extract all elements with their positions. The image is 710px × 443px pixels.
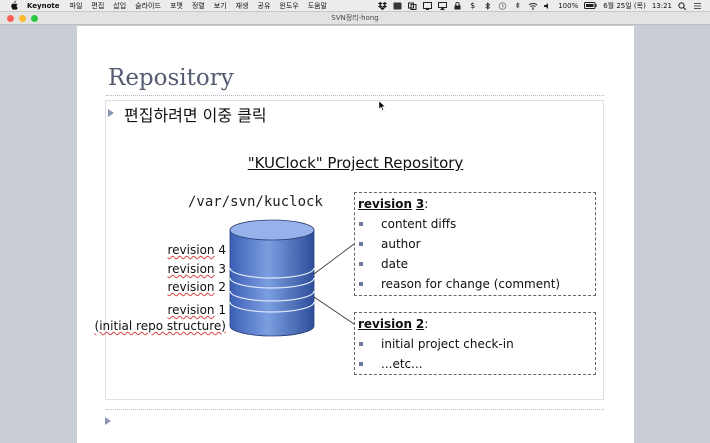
footer-bullet-triangle-icon <box>105 417 111 425</box>
battery-percent: 100% <box>558 2 579 10</box>
revision-2-header: revision 2: <box>358 317 429 331</box>
menu-view[interactable]: 보기 <box>214 1 227 11</box>
menu-file[interactable]: 파일 <box>70 1 83 11</box>
mouse-pointer-icon <box>378 96 386 115</box>
list-item: content diffs <box>357 217 456 231</box>
screen-status-icon[interactable] <box>423 2 433 10</box>
menu-insert[interactable]: 삽입 <box>113 1 126 11</box>
search-icon[interactable] <box>678 2 687 11</box>
menu-arrange[interactable]: 정렬 <box>192 1 205 11</box>
battery-icon[interactable] <box>584 1 597 11</box>
apple-icon[interactable] <box>9 1 19 10</box>
menu-play[interactable]: 재생 <box>236 1 249 11</box>
menu-slide[interactable]: 슬라이드 <box>135 1 161 11</box>
notification-center-icon[interactable] <box>693 2 702 10</box>
connector-revision-3 <box>313 243 355 275</box>
time-machine-icon[interactable] <box>498 2 507 10</box>
volume-icon[interactable] <box>543 2 552 10</box>
menu-window[interactable]: 윈도우 <box>279 1 298 11</box>
window-titlebar: SVN정리-hong <box>0 12 710 25</box>
menu-edit[interactable]: 편집 <box>91 1 104 11</box>
window-status-icon[interactable] <box>408 2 417 10</box>
status-area: $ 100% 6월 25일 (목) 13:21 <box>378 0 702 12</box>
revision-3-header: revision 3: <box>358 197 429 211</box>
airplay-icon[interactable] <box>438 2 448 10</box>
menu-help[interactable]: 도움말 <box>308 1 327 11</box>
footer-divider <box>106 409 604 410</box>
list-item: author <box>357 237 421 251</box>
app-menu-keynote[interactable]: Keynote <box>27 2 60 10</box>
menu-date[interactable]: 6월 25일 (목) <box>603 1 646 11</box>
list-item: date <box>357 257 408 271</box>
slide-canvas[interactable]: Repository 편집하려면 이중 클릭 "KUClock" Project… <box>77 26 634 443</box>
lock-icon[interactable] <box>453 1 462 10</box>
bluetooth-status-icon[interactable] <box>513 1 522 10</box>
bluetooth-icon[interactable] <box>483 2 492 10</box>
menu-format[interactable]: 포맷 <box>170 1 183 11</box>
connector-revision-2 <box>313 296 355 325</box>
list-item: reason for change (comment) <box>357 277 560 291</box>
app-status-icon[interactable] <box>393 2 402 10</box>
dollar-icon[interactable]: $ <box>468 2 477 10</box>
revision-2-detail-box: revision 2: initial project check-in ...… <box>354 312 596 375</box>
dropbox-icon[interactable] <box>378 2 388 10</box>
menu-clock[interactable]: 13:21 <box>652 2 672 10</box>
revision-3-detail-box: revision 3: content diffs author date re… <box>354 192 596 296</box>
menu-bar: Keynote 파일 편집 삽입 슬라이드 포맷 정렬 보기 재생 공유 윈도우… <box>0 0 710 12</box>
database-cylinder-icon <box>229 219 315 337</box>
list-item: initial project check-in <box>357 337 514 351</box>
window-title: SVN정리-hong <box>331 14 379 22</box>
wifi-icon[interactable] <box>528 2 538 10</box>
menu-share[interactable]: 공유 <box>258 1 271 11</box>
list-item: ...etc... <box>357 357 423 371</box>
